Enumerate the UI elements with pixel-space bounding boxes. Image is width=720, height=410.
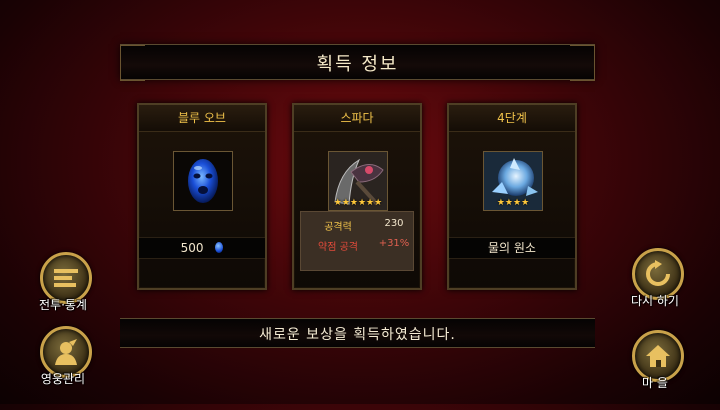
card-title: 스파다: [294, 105, 420, 132]
hero-manage-label: 영웅관리: [40, 372, 86, 386]
small-orb-icon: [215, 242, 224, 253]
card-title: 4단계: [449, 105, 575, 132]
blue-orb-icon: [173, 151, 233, 211]
stat-label: 공격력: [324, 222, 352, 233]
spada-weapon-icon: ★★★★★★: [328, 151, 388, 211]
message-banner: 새로운 보상을 획득하였습니다.: [120, 318, 595, 348]
stat-value: 230: [384, 218, 404, 229]
title-banner: 획득 정보: [120, 44, 595, 81]
rarity-stars: ★★★★: [496, 198, 530, 208]
battle-stats-label: 전투·통계: [39, 298, 87, 312]
hero-manage-button[interactable]: 영웅관리: [28, 326, 98, 406]
rarity-stars: ★★★★★★: [333, 198, 383, 208]
reward-name: 물의 원소: [488, 241, 536, 255]
stat-row-attack: 공격력 230: [301, 218, 413, 234]
weapon-stats-panel: 공격력 230 약점 공격 +31%: [300, 211, 414, 271]
village-button[interactable]: 마 을: [620, 330, 690, 410]
card-title: 블루 오브: [139, 105, 265, 132]
reward-amount-bar: 500: [139, 237, 265, 259]
retry-button[interactable]: 다시 하기: [620, 248, 690, 328]
reward-card-blue-orb: 블루 오브 500: [137, 103, 267, 290]
reward-amount: 500: [180, 241, 204, 255]
stat-row-weak-attack: 약점 공격 +31%: [301, 238, 413, 254]
stat-value: +31%: [378, 238, 410, 249]
reward-name-bar: 물의 원소: [449, 237, 575, 259]
village-label: 마 을: [642, 376, 668, 390]
water-element-icon: ★★★★: [483, 151, 543, 211]
battle-stats-button[interactable]: 전투·통계: [28, 252, 98, 332]
retry-label: 다시 하기: [631, 294, 679, 308]
reward-card-spada: 스파다 ★★★★★★ 공격력 230 약점 공격 +31%: [292, 103, 422, 290]
reward-card-element: 4단계 ★★★★ 물의 원소: [447, 103, 577, 290]
reward-message: 새로운 보상을 획득하였습니다.: [259, 327, 456, 343]
stat-label: 약점 공격: [318, 242, 358, 253]
page-title: 획득 정보: [316, 54, 399, 75]
